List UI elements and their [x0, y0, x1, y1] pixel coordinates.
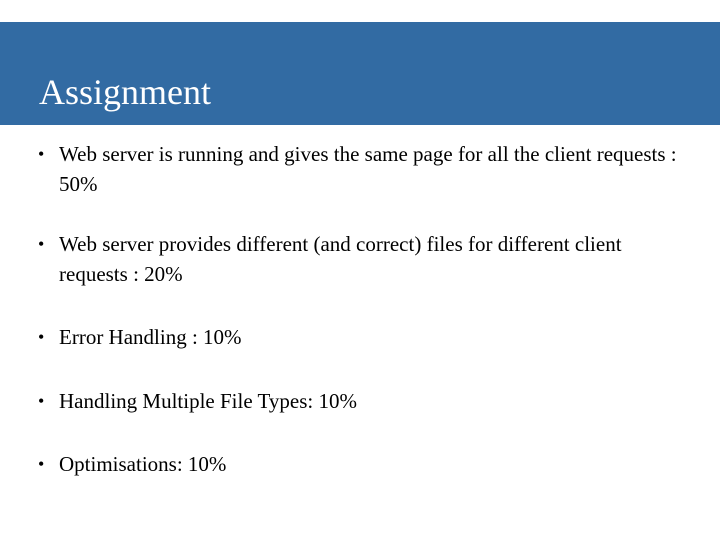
bullet-icon: • [38, 234, 45, 254]
bullet-item: • Handling Multiple File Types: 10% [38, 386, 678, 416]
bullet-text: Optimisations: 10% [59, 452, 227, 476]
bullet-icon: • [38, 391, 45, 411]
bullet-text: Error Handling : 10% [59, 325, 242, 349]
bullet-icon: • [38, 454, 45, 474]
bullet-item: • Optimisations: 10% [38, 449, 678, 479]
bullet-icon: • [38, 327, 45, 347]
bullet-item: • Web server provides different (and cor… [38, 229, 678, 289]
bullet-text: Handling Multiple File Types: 10% [59, 389, 357, 413]
bullet-list: • Web server is running and gives the sa… [0, 0, 720, 540]
bullet-text: Web server is running and gives the same… [59, 142, 677, 196]
bullet-item: • Error Handling : 10% [38, 322, 678, 352]
bullet-item: • Web server is running and gives the sa… [38, 139, 678, 199]
bullet-text: Web server provides different (and corre… [59, 232, 622, 286]
bullet-icon: • [38, 144, 45, 164]
